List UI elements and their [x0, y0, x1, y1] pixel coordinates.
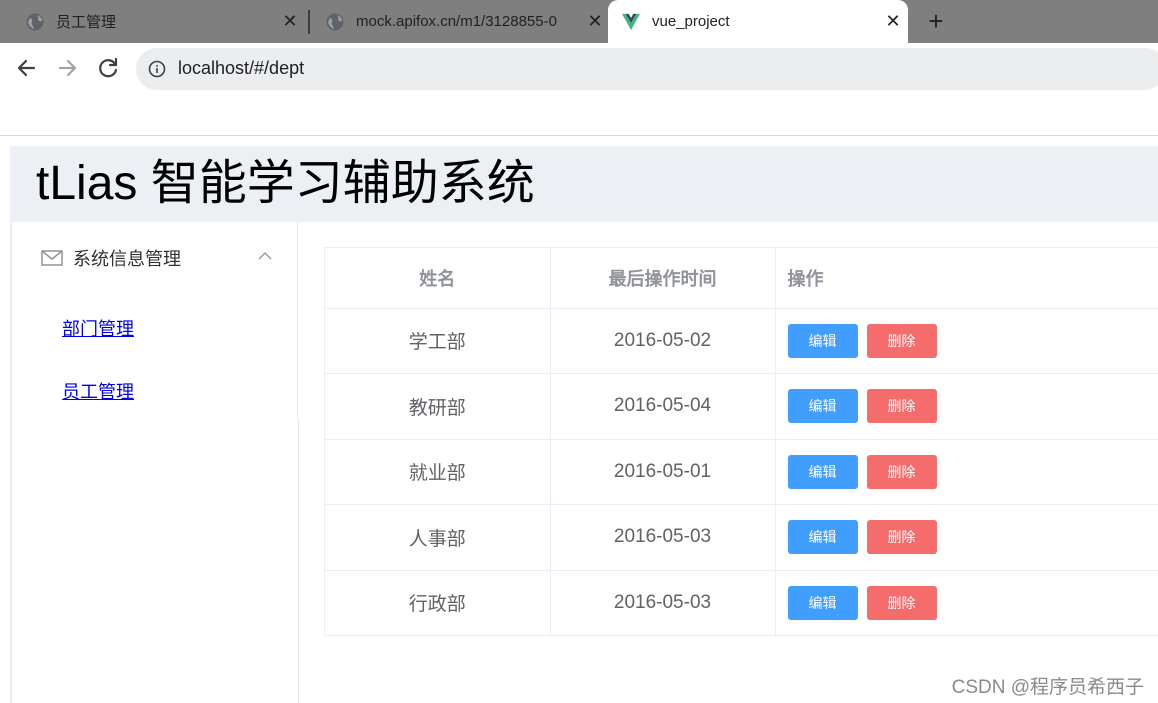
- sidebar-item-department[interactable]: 部门管理: [62, 315, 134, 341]
- table-row: 行政部 2016-05-03 编辑 删除: [325, 570, 1158, 636]
- cell-time: 2016-05-03: [550, 504, 776, 571]
- delete-button[interactable]: 删除: [866, 323, 937, 358]
- globe-icon: [26, 13, 44, 30]
- watermark: CSDN @程序员希西子: [951, 677, 1144, 698]
- department-table: 姓名 最后操作时间 操作 学工部 2016-05-02 编辑 删除 教研部 201…: [324, 247, 1158, 636]
- sidebar-border: [298, 418, 299, 703]
- cell-time: 2016-05-03: [550, 570, 776, 636]
- cell-name: 就业部: [325, 439, 551, 505]
- browser-tab-strip: 员工管理 ✕ mock.apifox.cn/m1/3128855-0 ✕ vue…: [0, 0, 1158, 43]
- app-header: tLias 智能学习辅助系统: [10, 146, 1158, 222]
- table-row: 学工部 2016-05-02 编辑 删除: [325, 308, 1158, 374]
- edit-button[interactable]: 编辑: [787, 520, 858, 555]
- column-header-time: 最后操作时间: [550, 248, 776, 309]
- cell-actions: 编辑 删除: [775, 308, 1158, 374]
- submenu-system-info[interactable]: 系统信息管理: [12, 236, 298, 280]
- address-bar[interactable]: localhost/#/dept: [136, 48, 1158, 90]
- globe-icon: [326, 13, 344, 30]
- table-row: 教研部 2016-05-04 编辑 删除: [325, 373, 1158, 440]
- cell-name: 行政部: [325, 570, 551, 636]
- sidebar: 系统信息管理 部门管理 员工管理: [12, 222, 298, 418]
- cell-name: 学工部: [325, 308, 551, 374]
- reload-icon[interactable]: [95, 55, 121, 81]
- page-divider: [0, 135, 1158, 136]
- tab-title: 员工管理: [56, 14, 117, 31]
- edit-button[interactable]: 编辑: [787, 454, 858, 489]
- cell-actions: 编辑 删除: [775, 504, 1158, 571]
- close-tab-icon[interactable]: ✕: [878, 11, 908, 32]
- tab-title: mock.apifox.cn/m1/3128855-0: [356, 13, 557, 30]
- forward-arrow-icon[interactable]: [54, 55, 80, 81]
- cell-time: 2016-05-02: [550, 308, 776, 374]
- browser-tab-active[interactable]: vue_project ✕: [608, 0, 908, 43]
- table-row: 就业部 2016-05-01 编辑 删除: [325, 439, 1158, 505]
- app-title: tLias 智能学习辅助系统: [36, 157, 535, 210]
- cell-name: 教研部: [325, 373, 551, 440]
- info-icon[interactable]: [148, 60, 166, 78]
- cell-actions: 编辑 删除: [775, 439, 1158, 505]
- delete-button[interactable]: 删除: [866, 389, 937, 424]
- cell-actions: 编辑 删除: [775, 373, 1158, 440]
- column-header-name: 姓名: [325, 248, 551, 309]
- submenu-label: 系统信息管理: [73, 249, 181, 269]
- delete-button[interactable]: 删除: [866, 454, 937, 489]
- table-row: 人事部 2016-05-03 编辑 删除: [325, 504, 1158, 571]
- browser-toolbar: localhost/#/dept: [0, 43, 1158, 93]
- browser-tab[interactable]: 员工管理 ✕: [0, 0, 305, 43]
- new-tab-icon[interactable]: +: [920, 5, 952, 37]
- column-header-actions: 操作: [775, 248, 1158, 309]
- edit-button[interactable]: 编辑: [787, 323, 858, 358]
- edit-button[interactable]: 编辑: [787, 585, 858, 620]
- table-header-row: 姓名 最后操作时间 操作: [325, 248, 1158, 309]
- delete-button[interactable]: 删除: [866, 585, 937, 620]
- tab-title: vue_project: [652, 13, 730, 30]
- url-text: localhost/#/dept: [178, 58, 305, 78]
- cell-time: 2016-05-01: [550, 439, 776, 505]
- close-tab-icon[interactable]: ✕: [580, 11, 610, 32]
- cell-time: 2016-05-04: [550, 373, 776, 440]
- sidebar-item-employee[interactable]: 员工管理: [62, 378, 134, 404]
- delete-button[interactable]: 删除: [866, 520, 937, 555]
- cell-name: 人事部: [325, 504, 551, 571]
- chevron-up-icon[interactable]: [258, 251, 272, 261]
- vue-logo-icon: [622, 13, 640, 30]
- back-arrow-icon[interactable]: [14, 55, 40, 81]
- edit-button[interactable]: 编辑: [787, 389, 858, 424]
- cell-actions: 编辑 删除: [775, 570, 1158, 636]
- message-icon: [41, 250, 63, 266]
- browser-tab[interactable]: mock.apifox.cn/m1/3128855-0 ✕: [310, 0, 610, 43]
- close-tab-icon[interactable]: ✕: [275, 11, 305, 32]
